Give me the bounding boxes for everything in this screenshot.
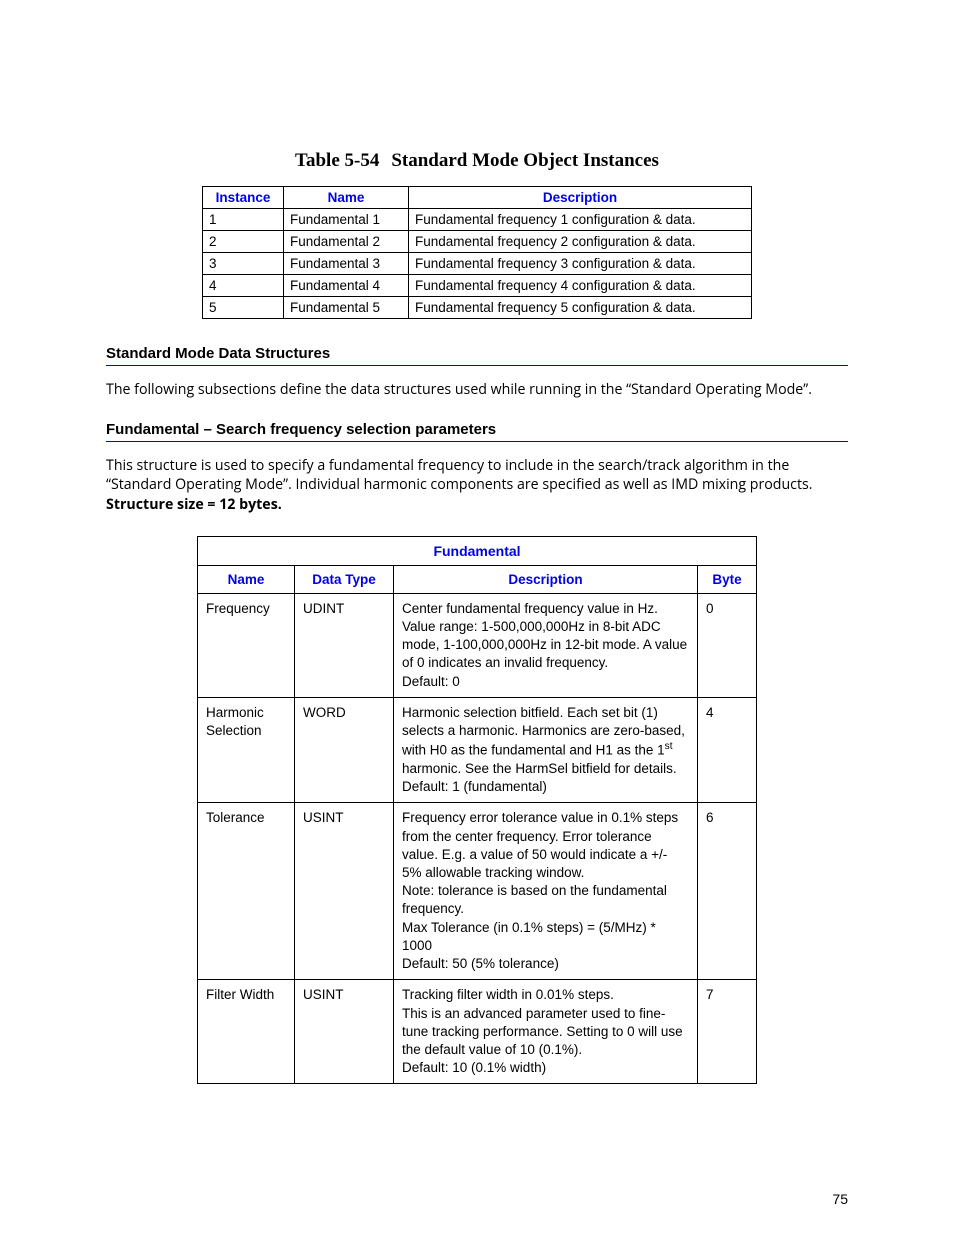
section1-rule bbox=[106, 365, 848, 366]
cell-type: UDINT bbox=[295, 593, 394, 697]
cell-name: Fundamental 4 bbox=[284, 275, 409, 297]
section1-text: The following subsections define the dat… bbox=[106, 380, 848, 399]
table-row: Harmonic Selection WORD Harmonic selecti… bbox=[198, 697, 757, 803]
page: Table 5-54 Standard Mode Object Instances… bbox=[0, 0, 954, 1235]
section2-text-bold: Structure size = 12 bytes. bbox=[106, 495, 282, 514]
table2-header-row: Name Data Type Description Byte bbox=[198, 565, 757, 593]
cell-desc-pre: Harmonic selection bitfield. Each set bi… bbox=[402, 705, 685, 758]
cell-byte: 7 bbox=[698, 980, 757, 1084]
section2-text: This structure is used to specify a fund… bbox=[106, 456, 848, 514]
table2-header-name: Name bbox=[198, 565, 295, 593]
table2-header-type: Data Type bbox=[295, 565, 394, 593]
cell-byte: 0 bbox=[698, 593, 757, 697]
cell-name: Fundamental 3 bbox=[284, 253, 409, 275]
table-fundamental-structure: Fundamental Name Data Type Description B… bbox=[197, 536, 757, 1085]
table-row: 1 Fundamental 1 Fundamental frequency 1 … bbox=[203, 209, 752, 231]
table-row: Filter Width USINT Tracking filter width… bbox=[198, 980, 757, 1084]
table1-header-name: Name bbox=[284, 187, 409, 209]
cell-description: Tracking filter width in 0.01% steps.Thi… bbox=[394, 980, 698, 1084]
table1-body: 1 Fundamental 1 Fundamental frequency 1 … bbox=[203, 209, 752, 319]
cell-name: Fundamental 1 bbox=[284, 209, 409, 231]
section1-title: Standard Mode Data Structures bbox=[106, 345, 848, 362]
cell-description: Fundamental frequency 2 configuration & … bbox=[409, 231, 752, 253]
table-row: Tolerance USINT Frequency error toleranc… bbox=[198, 803, 757, 980]
cell-description: Center fundamental frequency value in Hz… bbox=[394, 593, 698, 697]
table1-header-description: Description bbox=[409, 187, 752, 209]
section2-rule bbox=[106, 441, 848, 442]
table2-header-byte: Byte bbox=[698, 565, 757, 593]
cell-type: USINT bbox=[295, 803, 394, 980]
table1-header-row: Instance Name Description bbox=[203, 187, 752, 209]
table2-title: Fundamental bbox=[198, 536, 757, 565]
cell-instance: 1 bbox=[203, 209, 284, 231]
cell-name: Harmonic Selection bbox=[198, 697, 295, 803]
cell-instance: 3 bbox=[203, 253, 284, 275]
cell-name: Fundamental 2 bbox=[284, 231, 409, 253]
table-row: 4 Fundamental 4 Fundamental frequency 4 … bbox=[203, 275, 752, 297]
table2-header-description: Description bbox=[394, 565, 698, 593]
section2-text-plain: This structure is used to specify a fund… bbox=[106, 456, 813, 494]
table-row: 3 Fundamental 3 Fundamental frequency 3 … bbox=[203, 253, 752, 275]
cell-description: Harmonic selection bitfield. Each set bi… bbox=[394, 697, 698, 803]
cell-instance: 5 bbox=[203, 297, 284, 319]
section2-title: Fundamental – Search frequency selection… bbox=[106, 421, 848, 438]
cell-name: Tolerance bbox=[198, 803, 295, 980]
cell-description: Fundamental frequency 1 configuration & … bbox=[409, 209, 752, 231]
cell-instance: 4 bbox=[203, 275, 284, 297]
table1-caption-number: Table 5-54 bbox=[295, 150, 379, 171]
cell-description: Fundamental frequency 5 configuration & … bbox=[409, 297, 752, 319]
table2-title-row: Fundamental bbox=[198, 536, 757, 565]
table2-body: Frequency UDINT Center fundamental frequ… bbox=[198, 593, 757, 1084]
cell-name: Filter Width bbox=[198, 980, 295, 1084]
table1-caption-title: Standard Mode Object Instances bbox=[391, 150, 659, 171]
table-row: 2 Fundamental 2 Fundamental frequency 2 … bbox=[203, 231, 752, 253]
cell-name: Frequency bbox=[198, 593, 295, 697]
cell-type: USINT bbox=[295, 980, 394, 1084]
cell-byte: 6 bbox=[698, 803, 757, 980]
cell-instance: 2 bbox=[203, 231, 284, 253]
cell-byte: 4 bbox=[698, 697, 757, 803]
cell-description: Fundamental frequency 3 configuration & … bbox=[409, 253, 752, 275]
table-standard-mode-instances: Instance Name Description 1 Fundamental … bbox=[202, 186, 752, 319]
cell-description: Fundamental frequency 4 configuration & … bbox=[409, 275, 752, 297]
table1-caption: Table 5-54 Standard Mode Object Instances bbox=[106, 150, 848, 172]
cell-name: Fundamental 5 bbox=[284, 297, 409, 319]
table-row: Frequency UDINT Center fundamental frequ… bbox=[198, 593, 757, 697]
cell-desc-post: harmonic. See the HarmSel bitfield for d… bbox=[402, 761, 677, 794]
table1-header-instance: Instance bbox=[203, 187, 284, 209]
cell-description: Frequency error tolerance value in 0.1% … bbox=[394, 803, 698, 980]
cell-type: WORD bbox=[295, 697, 394, 803]
table-row: 5 Fundamental 5 Fundamental frequency 5 … bbox=[203, 297, 752, 319]
page-number: 75 bbox=[832, 1191, 848, 1207]
cell-desc-sup: st bbox=[665, 741, 673, 752]
